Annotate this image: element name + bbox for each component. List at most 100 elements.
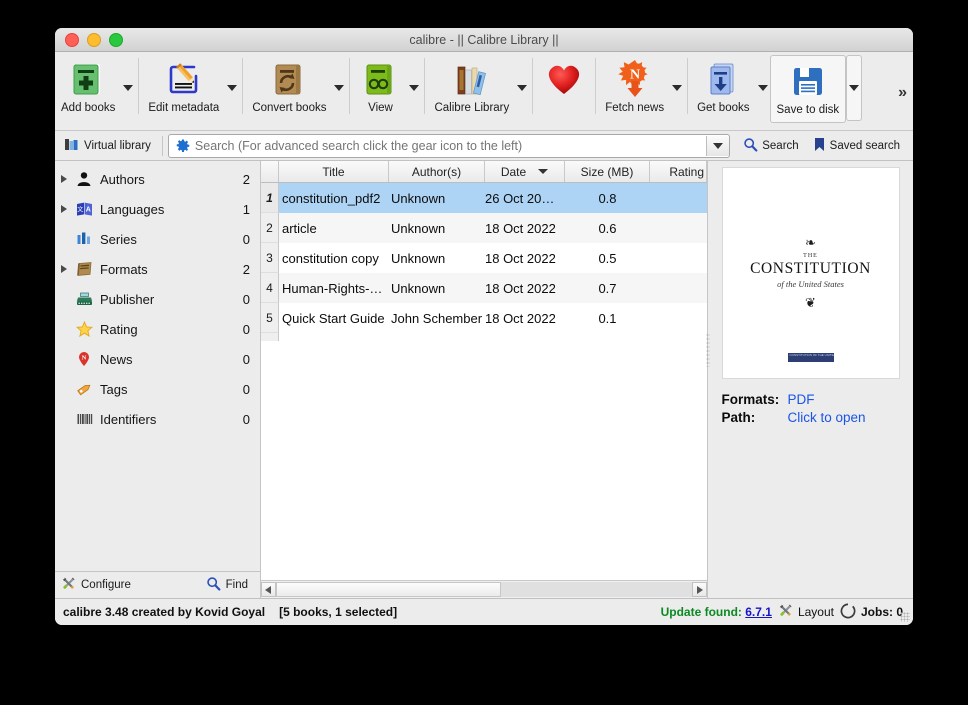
sidebar-item-languages[interactable]: 文 A Languages 1 — [55, 194, 260, 224]
main-body: Authors 2 文 A Languages 1 Series 0 Forma… — [55, 161, 913, 598]
layout-button[interactable]: Layout — [778, 603, 834, 621]
sidebar-item-publisher[interactable]: Publisher 0 — [55, 284, 260, 314]
column-header-title[interactable]: Title — [279, 161, 389, 182]
favorites-button[interactable] — [536, 54, 592, 122]
book-cover[interactable]: ❧ THE CONSTITUTION of the United States … — [721, 167, 900, 379]
add-books-button[interactable]: Add books — [55, 54, 121, 122]
table-row[interactable]: 1 constitution_pdf2 Unknown 26 Oct 20… 0… — [261, 183, 707, 213]
get-books-caret[interactable] — [756, 54, 770, 122]
sidebar-item-rating[interactable]: Rating 0 — [55, 314, 260, 344]
pane-splitter-handle[interactable] — [706, 333, 710, 367]
search-bar: Virtual library Search (For advanced sea… — [55, 131, 913, 161]
horizontal-scrollbar[interactable] — [261, 580, 707, 598]
view-button[interactable]: View — [353, 54, 407, 122]
table-row[interactable]: 5 Quick Start Guide John Schember 18 Oct… — [261, 303, 707, 333]
jobs-spinner-icon — [840, 603, 856, 622]
sidebar-item-series[interactable]: Series 0 — [55, 224, 260, 254]
cell-size: 0.8 — [598, 190, 617, 206]
calibre-library-caret[interactable] — [515, 54, 529, 122]
edit-metadata-button[interactable]: Edit metadata — [142, 54, 225, 122]
column-header-size[interactable]: Size (MB) — [565, 161, 650, 182]
expand-arrow-icon[interactable] — [55, 205, 73, 213]
update-version-link[interactable]: 6.7.1 — [745, 605, 772, 619]
sidebar-item-identifiers[interactable]: Identifiers 0 — [55, 404, 260, 434]
calibre-library-button[interactable]: Calibre Library — [428, 54, 515, 122]
scrollbar-thumb[interactable] — [276, 582, 501, 597]
sidebar-item-count: 0 — [242, 231, 250, 247]
path-key: Path: — [721, 410, 756, 425]
add-books-caret[interactable] — [121, 54, 135, 122]
metadata-path-row: Path: Click to open — [722, 410, 900, 425]
search-history-dropdown[interactable] — [706, 135, 730, 156]
fetch-news-button[interactable]: N Fetch news — [599, 54, 670, 122]
version-text: calibre 3.48 created by Kovid Goyal — [63, 605, 266, 619]
sidebar-item-authors[interactable]: Authors 2 — [55, 164, 260, 194]
svg-text:N: N — [630, 68, 640, 83]
cell-size: 0.6 — [598, 220, 617, 236]
edit-metadata-caret[interactable] — [225, 54, 239, 122]
wrench-screwdriver-icon — [778, 603, 793, 621]
formats-value[interactable]: PDF — [788, 392, 815, 407]
cell-size: 0.1 — [598, 310, 617, 326]
cell-rating — [650, 273, 707, 303]
column-header-rating[interactable]: Rating — [650, 161, 707, 182]
configure-label: Configure — [81, 579, 131, 591]
close-button[interactable] — [65, 32, 79, 47]
column-header-author[interactable]: Author(s) — [389, 161, 485, 182]
search-field-wrapper[interactable] — [167, 133, 731, 158]
gear-icon[interactable] — [169, 139, 195, 153]
cover-subtitle: of the United States — [777, 279, 844, 289]
row-number: 4 — [261, 273, 279, 303]
convert-books-button[interactable]: Convert books — [246, 54, 332, 122]
minimize-button[interactable] — [87, 32, 101, 47]
convert-books-caret[interactable] — [332, 54, 346, 122]
news-icon: N — [73, 351, 95, 367]
heart-icon — [542, 58, 586, 100]
scroll-left-button[interactable] — [261, 582, 276, 597]
identifiers-icon — [73, 411, 95, 427]
sidebar-item-formats[interactable]: Formats 2 — [55, 254, 260, 284]
virtual-library-button[interactable]: Virtual library — [61, 135, 157, 157]
column-header-date[interactable]: Date — [485, 161, 565, 182]
configure-button[interactable]: Configure — [61, 576, 131, 594]
sidebar-item-tags[interactable]: Tags 0 — [55, 374, 260, 404]
jobs-indicator[interactable]: Jobs: 0 — [840, 603, 903, 622]
save-to-disk-caret[interactable] — [846, 55, 863, 121]
resize-grip[interactable] — [900, 612, 910, 622]
expand-arrow-icon[interactable] — [55, 175, 73, 183]
save-to-disk-label: Save to disk — [776, 104, 840, 116]
view-icon — [360, 58, 400, 100]
chevron-down-icon — [849, 85, 860, 91]
search-button[interactable]: Search — [736, 135, 805, 157]
find-button[interactable]: Find — [206, 576, 248, 594]
table-row[interactable]: 2 article Unknown 18 Oct 2022 0.6 — [261, 213, 707, 243]
status-left: calibre 3.48 created by Kovid Goyal [5 b… — [63, 605, 397, 619]
path-value[interactable]: Click to open — [788, 410, 866, 425]
search-input[interactable] — [194, 138, 707, 153]
scroll-right-button[interactable] — [692, 582, 707, 597]
cover-banner: CONSTITUTION OF THE UNITED STATES — [787, 353, 834, 362]
sidebar-item-news[interactable]: N News 0 — [55, 344, 260, 374]
sidebar-item-label: Series — [100, 231, 137, 247]
expand-arrow-icon[interactable] — [55, 265, 73, 273]
chevron-down-icon — [409, 85, 420, 91]
table-row[interactable]: 4 Human-Rights-… Unknown 18 Oct 2022 0.7 — [261, 273, 707, 303]
sidebar-item-count: 0 — [242, 351, 250, 367]
table-row[interactable]: 3 constitution copy Unknown 18 Oct 2022 … — [261, 243, 707, 273]
convert-books-icon — [269, 58, 309, 100]
get-books-button[interactable]: Get books — [691, 54, 755, 122]
scrollbar-track[interactable] — [276, 582, 692, 597]
save-to-disk-button[interactable]: Save to disk — [769, 55, 847, 123]
status-bar: calibre 3.48 created by Kovid Goyal [5 b… — [55, 598, 913, 625]
view-caret[interactable] — [407, 54, 421, 122]
star-icon — [73, 321, 95, 337]
search-icon — [743, 137, 758, 155]
cell-title: constitution copy — [282, 250, 379, 266]
saved-search-label: Saved search — [829, 139, 900, 152]
toolbar-overflow-button[interactable]: » — [898, 84, 907, 102]
sidebar-item-label: Tags — [100, 381, 128, 397]
zoom-button[interactable] — [109, 32, 123, 47]
saved-search-button[interactable]: Saved search — [806, 135, 907, 157]
screen: calibre - || Calibre Library || Add book… — [0, 0, 968, 705]
fetch-news-caret[interactable] — [670, 54, 684, 122]
